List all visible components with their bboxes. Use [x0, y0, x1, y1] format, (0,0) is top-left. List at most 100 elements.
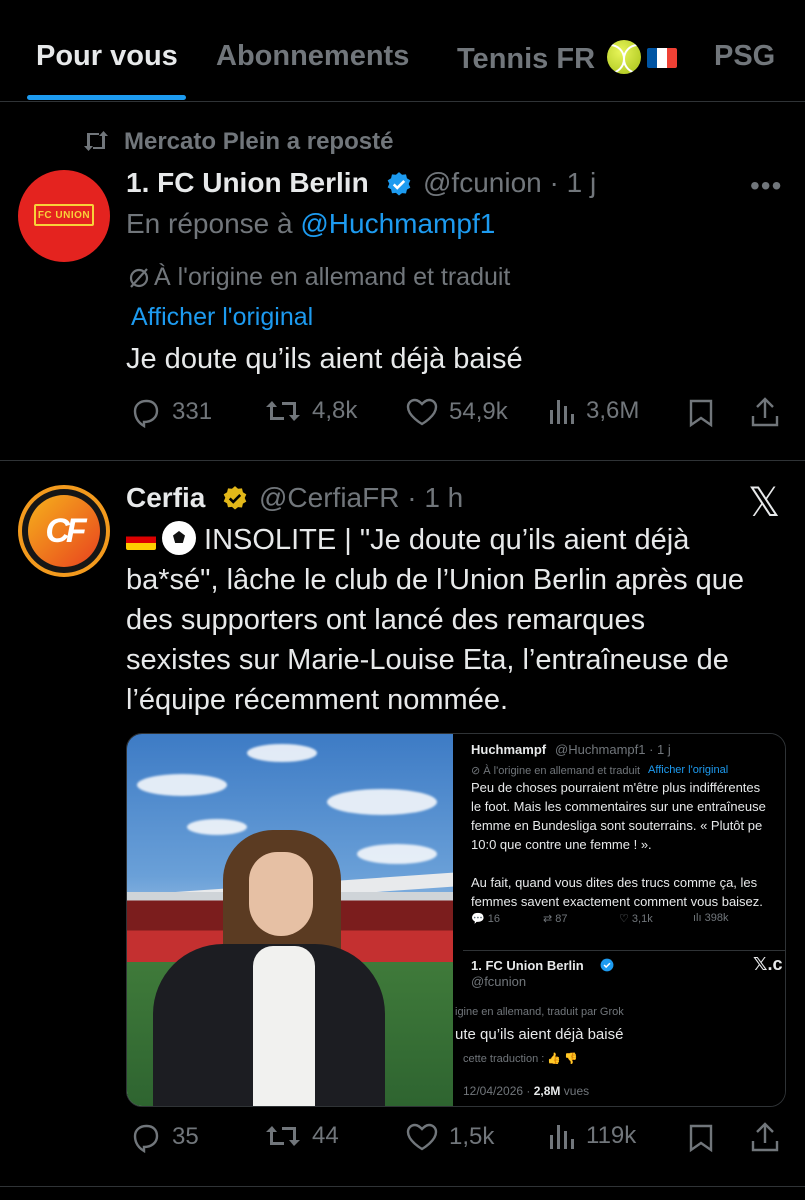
heart-icon [406, 1123, 438, 1151]
coach-photo[interactable] [127, 734, 453, 1106]
quoted-like: ♡ 3,1k [619, 913, 653, 925]
reply-prefix: En réponse à [126, 208, 293, 239]
rate-translation: cette traduction : 👍 👎 [463, 1053, 578, 1065]
post-media[interactable]: Huchmampf @Huchmampf1 · 1 j ⊘ À l'origin… [126, 733, 786, 1107]
quoted-author-name: Huchmampf [471, 742, 547, 757]
tab-tennis-fr[interactable]: Tennis FR [457, 40, 678, 76]
share-icon[interactable] [750, 396, 780, 428]
translate-icon [129, 268, 149, 288]
post-text-line-5: l’équipe récemment nommée. [126, 684, 509, 716]
club-translation-note: igine en allemand, traduit par Grok [455, 1006, 624, 1018]
repost-icon [266, 1126, 300, 1146]
x-mark: 𝕏.c [753, 954, 783, 974]
quoted-stats: 💬 16 [471, 913, 501, 925]
soccer-ball-icon [162, 521, 196, 555]
quoted-views-count: 398k [704, 912, 729, 924]
reply-button[interactable]: 35 [130, 1121, 199, 1153]
reply-mention-link[interactable]: @Huchmampf1 [300, 208, 495, 239]
repost-icon [266, 401, 300, 421]
quoted-reply-count: 16 [487, 913, 501, 925]
timeline-tabs: Pour vous Abonnements Tennis FR PSG [0, 0, 805, 102]
reply-icon [133, 399, 159, 428]
person-shirt [253, 946, 315, 1106]
cloud [187, 819, 247, 835]
union-berlin-logo: FC UNION [34, 204, 94, 226]
club-views-label: vues [563, 1084, 590, 1098]
author-name[interactable]: 1. FC Union Berlin [126, 167, 369, 199]
author-handle-time[interactable]: @fcunion · 1 j [423, 167, 596, 199]
like-button[interactable]: 54,9k [405, 396, 508, 428]
post-text-line-2: ba*sé", lâche le club de l’Union Berlin … [126, 564, 745, 596]
quoted-like-count: 3,1k [631, 913, 653, 925]
views-count: 3,6M [586, 397, 640, 424]
quoted-translation-note: ⊘ À l'origine en allemand et traduit [471, 765, 641, 777]
post-text: INSOLITE | "Je doute qu’ils aient déjà b… [126, 520, 786, 720]
club-handle: @fcunion [471, 974, 527, 989]
repost-count: 44 [312, 1122, 339, 1149]
active-tab-indicator [27, 95, 186, 100]
post-actions: 331 4,8k 54,9k 3,6M [0, 396, 805, 436]
person-face [249, 852, 313, 936]
verified-badge-icon [387, 172, 411, 196]
post-divider [0, 460, 805, 461]
share-icon[interactable] [750, 1121, 780, 1153]
quoted-translation-note-text: À l'origine en allemand et traduit [483, 765, 641, 777]
club-text: ute qu’ils aient déjà baisé [455, 1026, 624, 1043]
club-views-count: 2,8M [533, 1084, 561, 1098]
cerfia-logo: CF [28, 495, 100, 567]
tab-abonnements[interactable]: Abonnements [216, 40, 409, 73]
reply-context: En réponse à @Huchmampf1 [126, 208, 495, 240]
views-count: 119k [586, 1122, 637, 1149]
embedded-screenshot[interactable]: Huchmampf @Huchmampf1 · 1 j ⊘ À l'origin… [453, 734, 785, 1106]
germany-flag-icon [126, 530, 156, 550]
cloud [137, 774, 227, 796]
reply-count: 35 [172, 1123, 199, 1150]
reply-button[interactable]: 331 [130, 396, 212, 428]
author-name[interactable]: Cerfia [126, 482, 205, 514]
reply-icon [133, 1124, 159, 1153]
views-icon [550, 400, 574, 424]
post-text-line: INSOLITE | "Je doute qu’ils aient déjà [126, 520, 786, 560]
repost-button[interactable]: 4,8k [264, 396, 357, 426]
club-name: 1. FC Union Berlin [471, 958, 584, 973]
cloud [247, 744, 317, 762]
rate-translation-label: cette traduction : [463, 1053, 545, 1065]
quoted-repost-count: 87 [555, 913, 568, 925]
like-button[interactable]: 1,5k [405, 1121, 494, 1153]
more-options-icon[interactable]: ••• [750, 170, 782, 202]
tab-pour-vous[interactable]: Pour vous [36, 40, 178, 73]
like-count: 1,5k [449, 1123, 495, 1150]
bookmark-icon[interactable] [688, 1123, 714, 1153]
author-handle-time[interactable]: @CerfiaFR · 1 h [259, 482, 463, 514]
quoted-text: Peu de choses pourraient m'être plus ind… [471, 780, 766, 909]
repost-icon [84, 131, 108, 151]
avatar[interactable]: FC UNION [18, 170, 110, 262]
heart-icon [406, 398, 438, 426]
bookmark-icon[interactable] [688, 398, 714, 428]
post-text-line-3: des supporters ont lancé des remarques [126, 604, 646, 636]
post-text-line-4: sexistes sur Marie-Louise Eta, l’entraîn… [126, 644, 729, 676]
quoted-show-original: Afficher l'original [648, 764, 729, 776]
repost-label: Mercato Plein a reposté [124, 128, 394, 155]
reply-count: 331 [172, 398, 213, 425]
quoted-views: ılı 398k [693, 912, 729, 924]
post-text-line-1: INSOLITE | "Je doute qu’ils aient déjà [196, 524, 690, 556]
views-icon [550, 1125, 574, 1149]
cloud [357, 844, 437, 864]
france-flag-icon [647, 48, 678, 68]
tab-psg[interactable]: PSG [714, 40, 775, 73]
views-button[interactable]: 3,6M [548, 396, 639, 426]
repost-button[interactable]: 44 [264, 1121, 339, 1151]
repost-count: 4,8k [312, 397, 358, 424]
show-original-link[interactable]: Afficher l'original [131, 303, 313, 332]
club-verified-icon [600, 958, 614, 972]
like-count: 54,9k [449, 398, 508, 425]
views-button[interactable]: 119k [548, 1121, 636, 1151]
club-date-text: 12/04/2026 · [463, 1084, 531, 1098]
avatar[interactable]: CF [18, 485, 110, 577]
translation-note-text: À l'origine en allemand et traduit [154, 263, 511, 291]
post-actions: 35 44 1,5k 119k [0, 1121, 805, 1161]
tab-tennis-fr-label: Tennis FR [457, 43, 596, 75]
post-divider [0, 1186, 805, 1187]
quoted-repost: ⇄ 87 [543, 913, 568, 925]
